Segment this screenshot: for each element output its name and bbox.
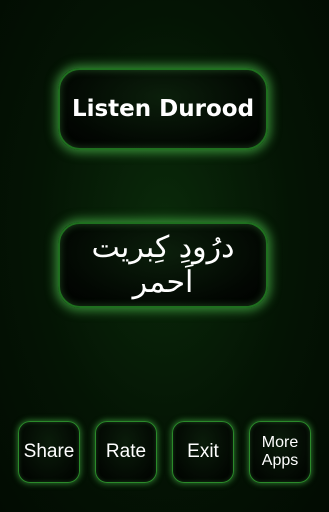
more-apps-button[interactable]: More Apps [249,421,311,483]
app-screen: Listen Durood درُودِ کِبریت اَحمر Share … [0,0,329,512]
listen-durood-label: Listen Durood [71,96,255,122]
more-apps-label: More Apps [261,433,299,469]
rate-button[interactable]: Rate [95,421,157,483]
listen-durood-button[interactable]: Listen Durood [58,68,268,150]
share-label: Share [23,441,75,463]
exit-button[interactable]: Exit [172,421,234,483]
rate-label: Rate [105,441,147,463]
durood-text-button[interactable]: درُودِ کِبریت اَحمر [58,222,268,308]
share-button[interactable]: Share [18,421,80,483]
durood-text-label: درُودِ کِبریت اَحمر [91,230,235,300]
exit-label: Exit [187,441,219,463]
